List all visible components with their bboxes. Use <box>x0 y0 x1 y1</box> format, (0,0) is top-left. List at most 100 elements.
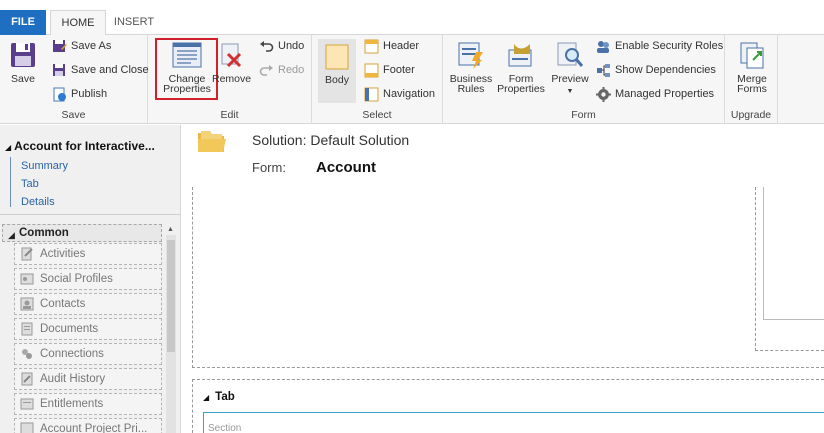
body-label: Body <box>325 74 349 86</box>
scroll-up-icon[interactable]: ▲ <box>167 226 174 233</box>
select-group-label: Select <box>362 109 392 121</box>
edit-group: Change Properties Remove Undo Redo Edit <box>148 35 312 124</box>
remove-button[interactable]: Remove <box>212 40 252 85</box>
connections-icon <box>22 349 32 359</box>
tab-title[interactable]: ◢ Tab <box>203 391 235 403</box>
nav-link-tab[interactable]: Tab <box>21 178 39 190</box>
ribbon-tabstrip: FILE HOME INSERT <box>0 0 824 36</box>
form-header-area[interactable] <box>192 187 824 368</box>
nav-title-label: Account for Interactive... <box>14 139 155 153</box>
nav-item-connections[interactable]: Connections <box>14 343 162 365</box>
merge-forms-label-2: Forms <box>737 83 767 95</box>
collapse-triangle-icon[interactable]: ◢ <box>203 393 209 402</box>
form-navigation-pane: ◢ Account for Interactive... Summary Tab … <box>0 125 181 433</box>
nav-scroll-thumb[interactable] <box>167 240 175 352</box>
footer-icon <box>364 63 379 78</box>
nav-item-account-project-price-lists[interactable]: Account Project Pri... <box>14 418 162 433</box>
footer-label: Footer <box>383 64 415 76</box>
folder-icon <box>198 131 226 152</box>
nav-item-label: Audit History <box>40 373 106 385</box>
collapse-triangle-icon: ◢ <box>8 230 15 240</box>
select-group: Body Header Footer Navigation Select <box>312 35 443 124</box>
nav-section-label: Common <box>19 227 69 239</box>
save-group: Save Save As Save and Close Publish Save <box>0 35 149 124</box>
section-label: Section <box>208 423 242 433</box>
form-properties-label-2: Properties <box>497 83 545 95</box>
nav-item-documents[interactable]: Documents <box>14 318 162 340</box>
save-and-close-icon <box>53 64 65 76</box>
business-rules-icon <box>458 42 483 69</box>
save-group-label: Save <box>61 109 86 121</box>
dependencies-icon <box>597 64 610 77</box>
nav-title[interactable]: ◢ Account for Interactive... <box>5 139 155 153</box>
nav-item-social-profiles[interactable]: Social Profiles <box>14 268 162 290</box>
social-profiles-icon <box>20 273 34 285</box>
contacts-icon <box>20 297 34 311</box>
documents-icon <box>21 322 33 336</box>
nav-item-contacts[interactable]: Contacts <box>14 293 162 315</box>
navigation-icon <box>364 87 379 102</box>
nav-item-activities[interactable]: Activities <box>14 243 162 265</box>
nav-item-label: Documents <box>40 323 99 335</box>
form-label: Form: <box>252 160 286 175</box>
form-properties-icon <box>508 44 532 67</box>
tab-home[interactable]: HOME <box>50 10 106 36</box>
audit-history-icon <box>21 372 33 386</box>
header-icon <box>364 39 379 54</box>
form-editor: Solution: Default Solution Form: Account… <box>182 125 824 433</box>
nav-link-details[interactable]: Details <box>21 196 55 208</box>
save-as-icon <box>53 40 67 52</box>
tab-file[interactable]: FILE <box>0 10 46 35</box>
business-rules-button[interactable]: Business Rules <box>449 40 493 94</box>
edit-group-label: Edit <box>220 109 239 121</box>
managed-properties-label: Managed Properties <box>615 88 715 100</box>
nav-section-common[interactable]: ◢ Common <box>2 224 162 242</box>
show-dependencies-label: Show Dependencies <box>615 64 716 76</box>
save-as-label: Save As <box>71 40 112 52</box>
nav-item-label: Account Project Pri... <box>40 423 148 433</box>
save-button[interactable]: Save <box>6 40 40 84</box>
ribbon: Save Save As Save and Close Publish Save <box>0 35 824 124</box>
nav-item-label: Social Profiles <box>40 273 113 285</box>
upgrade-group-label: Upgrade <box>730 109 772 121</box>
preview-label: Preview <box>551 73 589 85</box>
body-button[interactable]: Body <box>318 39 356 103</box>
header-label: Header <box>383 40 420 52</box>
navigation-label: Navigation <box>383 88 435 100</box>
form-name: Account <box>316 159 376 176</box>
nav-item-label: Entitlements <box>40 398 104 410</box>
redo-label: Redo <box>278 64 305 76</box>
form-tab[interactable]: ◢ Tab Section <box>192 379 824 433</box>
nav-item-label: Connections <box>40 348 104 360</box>
save-and-close-label: Save and Close <box>71 64 149 76</box>
nav-scrollbar[interactable]: ▲ <box>166 226 176 433</box>
undo-label: Undo <box>278 40 305 52</box>
form-group-label: Form <box>571 109 596 121</box>
save-icon <box>11 43 35 67</box>
form-section[interactable]: Section <box>203 412 824 433</box>
security-roles-icon <box>597 41 609 53</box>
save-label: Save <box>11 73 35 85</box>
nav-item-audit-history[interactable]: Audit History <box>14 368 162 390</box>
upgrade-group: Merge Forms Upgrade <box>725 35 778 124</box>
form-properties-button[interactable]: Form Properties <box>495 40 547 94</box>
nav-link-summary[interactable]: Summary <box>21 160 68 172</box>
preview-dropdown-icon[interactable]: ▼ <box>547 87 593 97</box>
change-properties-button[interactable]: Change Properties <box>157 40 217 94</box>
preview-icon <box>557 42 584 67</box>
nav-item-label: Contacts <box>40 298 86 310</box>
tab-insert[interactable]: INSERT <box>106 10 162 35</box>
tab-title-label: Tab <box>215 391 235 403</box>
redo-icon <box>259 65 273 76</box>
nav-item-label: Activities <box>40 248 86 260</box>
merge-forms-button[interactable]: Merge Forms <box>729 40 775 94</box>
preview-button[interactable]: Preview ▼ <box>547 40 593 97</box>
nav-item-entitlements[interactable]: Entitlements <box>14 393 162 415</box>
collapse-triangle-icon[interactable]: ◢ <box>5 143 11 152</box>
enable-security-roles-label: Enable Security Roles <box>615 40 724 52</box>
remove-label: Remove <box>212 73 252 85</box>
entitlements-icon <box>20 398 34 410</box>
publish-label: Publish <box>71 88 108 100</box>
nav-tree-line <box>10 157 12 207</box>
form-header-field[interactable] <box>763 187 824 320</box>
